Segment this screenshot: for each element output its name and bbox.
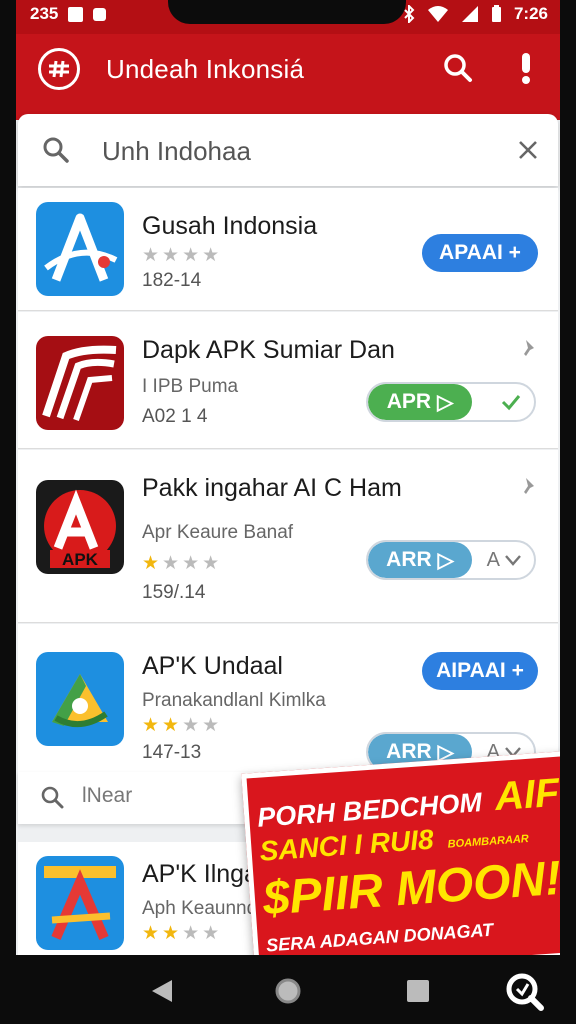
install-button[interactable]: APAAI +	[422, 234, 538, 272]
app-meta: 147-13	[142, 742, 202, 763]
app-name: Pakk ingahar AI C Ham	[142, 474, 402, 502]
list-item[interactable]: AP'K Undaal Pranakandlanl Kimlka ★★★★ 14…	[18, 624, 558, 772]
battery-icon	[491, 5, 501, 22]
navigation-bar	[0, 955, 576, 1024]
pin-icon[interactable]	[520, 338, 540, 358]
wifi-icon	[427, 6, 448, 22]
app-meta: 159/.14	[142, 582, 206, 603]
phone-frame: 235 7:26 Undeah Inkonsiá Unh Indohaa Gus…	[0, 0, 576, 1024]
play-icon: ▷	[437, 390, 454, 414]
app-meta: 182-14	[142, 270, 202, 291]
signal-icon	[461, 6, 478, 22]
back-icon[interactable]	[142, 971, 182, 1011]
app-title: Undeah Inkonsiá	[106, 54, 305, 84]
close-icon[interactable]	[518, 140, 538, 160]
camera-notch	[168, 0, 406, 24]
install-button[interactable]: AIPAAI +	[422, 652, 538, 690]
app-name: Gusah Indonsia	[142, 212, 318, 240]
rating-stars: ★★★★	[142, 245, 223, 266]
app-icon	[36, 202, 124, 296]
chevron-down-icon	[505, 555, 521, 566]
check-icon	[501, 395, 521, 411]
assistant-icon[interactable]	[504, 971, 544, 1011]
list-item[interactable]: APK Pakk ingahar AI C Ham Apr Keaure Ban…	[18, 450, 558, 623]
apps-logo-icon[interactable]	[38, 48, 80, 90]
search-icon[interactable]	[440, 50, 476, 86]
status-time-left: 235	[30, 4, 59, 23]
list-item[interactable]: Gusah Indonsia ★★★★ 182-14 APAAI +	[18, 188, 558, 311]
app-subtitle: I IPB Puma	[142, 376, 239, 397]
promo-line-2b: BOAMBARAAR	[447, 832, 530, 851]
app-name: Dapk APK Sumiar Dan	[142, 336, 395, 364]
promo-banner[interactable]: PORH BEDCHOM AIFI SANCI I RUI8 BOAMBARAA…	[241, 750, 560, 955]
app-subtitle: Pranakandlanl Kimlka	[142, 690, 326, 711]
rating-stars: ★★★★	[142, 715, 223, 736]
rating-stars: ★★★★	[142, 923, 223, 944]
secondary-search-text: lNear	[82, 784, 133, 807]
notification-icon	[68, 6, 84, 22]
app-name: AP'K Ilngal	[142, 860, 264, 888]
app-icon	[36, 336, 124, 430]
bluetooth-icon	[404, 5, 415, 23]
status-time: 7:26	[513, 4, 548, 23]
app-name: AP'K Undaal	[142, 652, 283, 680]
install-toggle[interactable]: ARR ▷ A	[366, 540, 536, 580]
notification-icon-2	[93, 7, 107, 21]
app-icon	[36, 652, 124, 746]
promo-line-1b: AIFI	[493, 769, 560, 820]
alert-icon[interactable]	[508, 50, 544, 86]
svg-text:APK: APK	[62, 550, 99, 569]
status-bar: 235 7:26	[16, 0, 560, 34]
rating-stars: ★★★★	[142, 553, 223, 574]
search-input[interactable]	[100, 132, 484, 170]
app-icon	[36, 856, 124, 950]
play-icon: ▷	[437, 548, 454, 572]
app-icon: APK	[36, 480, 124, 574]
app-meta: A02 1 4	[142, 406, 208, 427]
app-subtitle: Apr Keaure Banaf	[142, 522, 294, 543]
app-bar: Undeah Inkonsiá	[16, 34, 560, 120]
list-item[interactable]: Dapk APK Sumiar Dan I IPB Puma A02 1 4 A…	[18, 312, 558, 449]
search-icon	[41, 786, 64, 809]
home-icon[interactable]	[268, 971, 308, 1011]
install-toggle[interactable]: APR ▷	[366, 382, 536, 422]
search-icon	[43, 137, 69, 163]
search-bar	[18, 114, 558, 186]
pin-icon[interactable]	[520, 476, 540, 496]
recents-icon[interactable]	[398, 971, 438, 1011]
screen: 235 7:26 Undeah Inkonsiá Unh Indohaa Gus…	[16, 0, 560, 955]
